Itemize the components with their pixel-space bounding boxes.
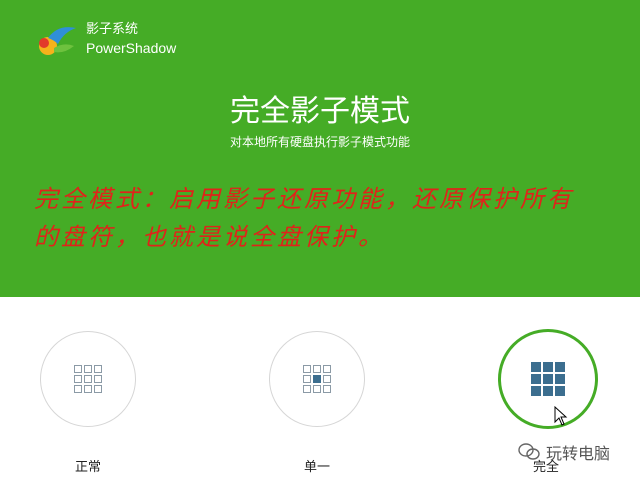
mode-button-single[interactable] bbox=[269, 331, 365, 427]
watermark-text: 玩转电脑 bbox=[546, 444, 611, 463]
app-subtitle: PowerShadow bbox=[86, 40, 177, 56]
header-banner: 影子系统 PowerShadow 完全影子模式 对本地所有硬盘执行影子模式功能 … bbox=[0, 0, 640, 297]
red-annotation: 完全模式：启用影子还原功能，还原保护所有 的盘符，也就是说全盘保护。 bbox=[34, 180, 624, 256]
powershadow-logo-icon bbox=[39, 27, 76, 55]
mode-button-normal[interactable] bbox=[40, 331, 136, 427]
mode-label-single: 单一 bbox=[303, 460, 330, 475]
grid-full-icon bbox=[531, 362, 565, 396]
app-name: 影子系统 bbox=[86, 22, 139, 37]
watermark: 玩转电脑 bbox=[518, 440, 610, 464]
mode-title: 完全影子模式 bbox=[230, 94, 410, 129]
mode-button-full[interactable] bbox=[498, 329, 598, 429]
annotation-line-1: 完全模式：启用影子还原功能，还原保护所有 bbox=[34, 185, 574, 213]
mode-label-normal: 正常 bbox=[74, 460, 101, 475]
wechat-icon bbox=[518, 443, 540, 460]
grid-center-icon bbox=[303, 365, 331, 393]
annotation-line-2: 的盘符，也就是说全盘保护。 bbox=[34, 223, 385, 251]
mode-subtitle: 对本地所有硬盘执行影子模式功能 bbox=[229, 135, 410, 149]
grid-empty-icon bbox=[74, 365, 102, 393]
mouse-cursor-icon bbox=[554, 406, 568, 426]
